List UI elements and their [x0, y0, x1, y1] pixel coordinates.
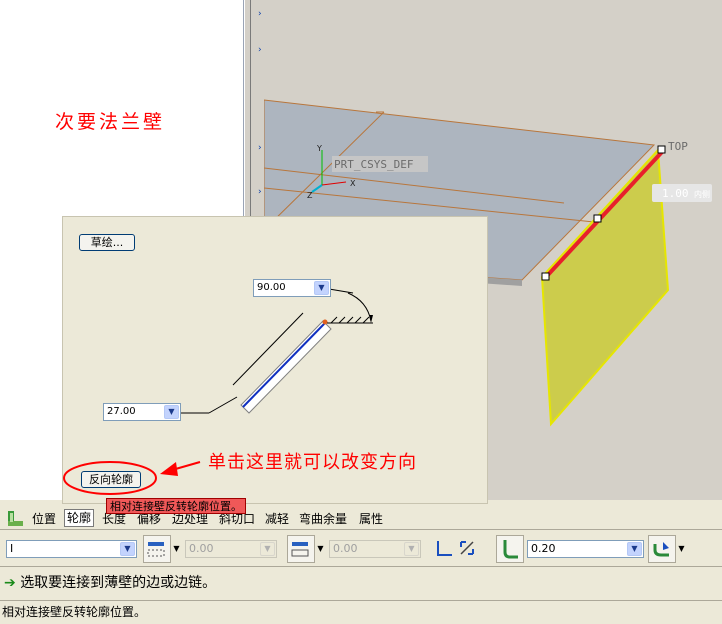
offset-value-2-text: 0.00	[333, 542, 358, 555]
bend-radius-icon[interactable]	[496, 535, 524, 563]
corner-icon[interactable]	[436, 539, 454, 557]
profile-type-select[interactable]: I ▼	[6, 540, 137, 558]
chevron-down-icon[interactable]: ▼	[404, 542, 419, 556]
prompt-arrow-icon: ➔	[4, 575, 16, 591]
chevron-down-icon[interactable]: ▼	[677, 535, 686, 563]
highlight-ellipse	[63, 461, 157, 495]
offset-type-icon[interactable]	[143, 535, 171, 563]
sheetmetal-icon	[6, 508, 26, 528]
bend-radius-text: 0.20	[531, 542, 556, 555]
annotation-text: 单击这里就可以改变方向	[208, 452, 417, 473]
radius-side-icon[interactable]	[648, 535, 676, 563]
status-bar: 相对连接壁反转轮廓位置。	[0, 600, 722, 624]
tab-position[interactable]: 位置	[32, 510, 56, 527]
tab-profile[interactable]: 轮廓	[64, 509, 95, 527]
chevron-down-icon[interactable]: ▼	[120, 542, 135, 556]
chevron-down-icon[interactable]: ▼	[627, 542, 642, 556]
offset-value-1-text: 0.00	[189, 542, 214, 555]
offset-value-2[interactable]: 0.00 ▼	[329, 540, 421, 558]
offset-type-icon-2[interactable]	[287, 535, 315, 563]
annotation-arrow-head	[160, 462, 178, 476]
bend-radius-value[interactable]: 0.20 ▼	[527, 540, 644, 558]
dashboard-toolbar: I ▼ ▼ 0.00 ▼ ▼ 0.00 ▼ 0.20 ▼ ▼	[0, 531, 722, 567]
tab-bend-allowance[interactable]: 弯曲余量	[299, 510, 347, 527]
tab-properties[interactable]: 属性	[359, 510, 383, 527]
message-line: ➔ 选取要连接到薄壁的边或边链。	[0, 568, 722, 598]
chevron-down-icon[interactable]: ▼	[316, 535, 325, 563]
tooltip: 相对连接壁反转轮廓位置。	[106, 498, 246, 514]
offset-value-1[interactable]: 0.00 ▼	[185, 540, 277, 558]
tab-relief[interactable]: 减轻	[265, 510, 289, 527]
flip-direction-icon[interactable]	[458, 539, 476, 557]
profile-type-value: I	[10, 542, 14, 555]
message-text: 选取要连接到薄壁的边或边链。	[20, 575, 217, 591]
chevron-down-icon[interactable]: ▼	[260, 542, 275, 556]
chevron-down-icon[interactable]: ▼	[172, 535, 181, 563]
